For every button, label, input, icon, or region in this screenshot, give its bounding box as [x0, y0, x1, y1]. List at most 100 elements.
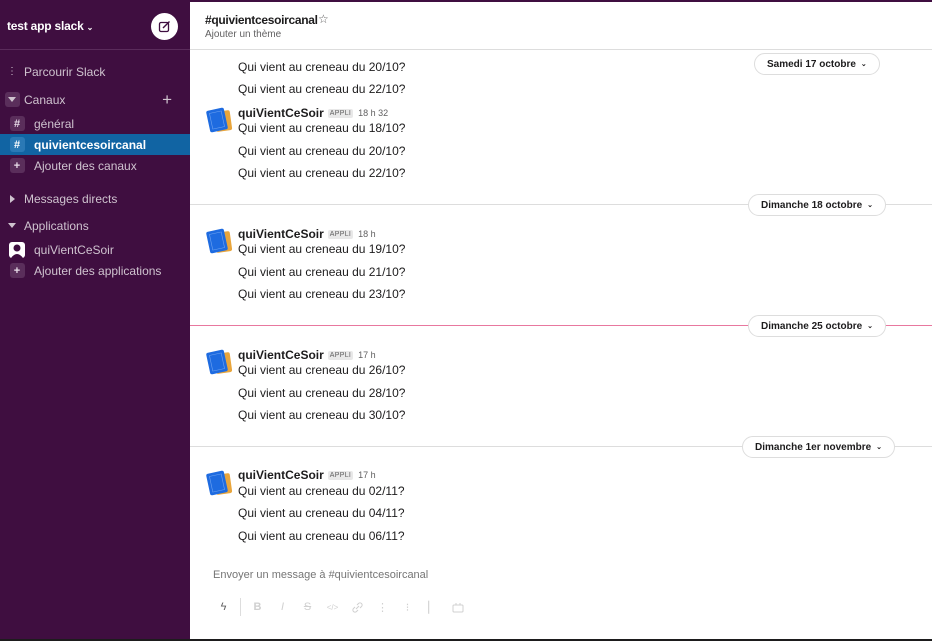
hash-icon: # [9, 116, 25, 131]
sidebar-item-label: général [34, 116, 75, 131]
code-block-icon[interactable] [445, 598, 470, 616]
chevron-down-icon: ⌄ [876, 444, 883, 451]
caret-down-icon [4, 92, 20, 107]
date-divider-button[interactable]: Samedi 17 octobre ⌄ [754, 53, 880, 75]
date-label: Dimanche 25 octobre [761, 320, 863, 332]
ordered-list-icon[interactable]: ⋮ [370, 598, 395, 616]
sidebar-item-quivientcesoircanal[interactable]: # quivientcesoircanal [0, 134, 190, 155]
link-icon[interactable] [345, 598, 370, 616]
formatting-toolbar: ϟ B I S </> ⋮ ⁝ ▏ [211, 598, 470, 616]
sidebar-item-label: quivientcesoircanal [34, 137, 147, 152]
workspace-name: test app slack [7, 19, 84, 33]
direct-messages-section-header[interactable]: Messages directs [0, 188, 190, 209]
bulleted-list-icon[interactable]: ⁝ [395, 598, 420, 616]
code-icon[interactable]: </> [320, 598, 345, 616]
plus-icon: + [9, 158, 25, 173]
message-timestamp[interactable]: 17 h [358, 350, 376, 360]
italic-icon[interactable]: I [270, 598, 295, 616]
sender-name[interactable]: quiVientCeSoir [238, 468, 324, 482]
sidebar-item-add-apps[interactable]: + Ajouter des applications [0, 260, 190, 281]
bot-avatar-icon[interactable] [205, 106, 233, 134]
sidebar-item-label: Parcourir Slack [24, 64, 106, 79]
message-line: Qui vient au creneau du 22/10? [238, 166, 406, 180]
compose-button[interactable] [151, 13, 178, 40]
vertical-dots-icon: ⋮ [7, 66, 17, 77]
icon-wrap: # [0, 137, 34, 152]
sender-name[interactable]: quiVientCeSoir [238, 348, 324, 362]
strikethrough-icon[interactable]: S [295, 598, 320, 616]
sidebar-item-label: quiVientCeSoir [34, 242, 114, 257]
message-header: quiVientCeSoir APPLI 17 h [238, 468, 376, 482]
compose-icon [158, 21, 170, 33]
workspace-header: test app slack ⌄ [0, 0, 190, 50]
message-timestamp[interactable]: 18 h [358, 229, 376, 239]
plus-icon: + [9, 263, 25, 278]
workspace-name-button[interactable]: test app slack ⌄ [7, 19, 93, 33]
message-input[interactable] [213, 569, 813, 581]
message-timestamp[interactable]: 18 h 32 [358, 108, 388, 118]
date-divider-button[interactable]: Dimanche 25 octobre ⌄ [748, 315, 887, 337]
shortcuts-icon[interactable]: ϟ [211, 598, 236, 616]
sidebar: test app slack ⌄ ⋮ Parcourir Slack Canaux… [0, 0, 190, 641]
sidebar-item-general[interactable]: # général [0, 113, 190, 134]
channel-title[interactable]: #quivientcesoircanal [205, 13, 318, 27]
channel-header: #quivientcesoircanal ☆ Ajouter un thème [190, 2, 932, 50]
message-line: Qui vient au creneau du 02/11? [238, 484, 405, 498]
message-composer: ϟ B I S </> ⋮ ⁝ ▏ [202, 556, 922, 622]
sidebar-item-browse[interactable]: ⋮ Parcourir Slack [0, 61, 190, 82]
chevron-down-icon: ⌄ [860, 61, 867, 68]
sidebar-item-add-channels[interactable]: + Ajouter des canaux [0, 155, 190, 176]
section-label: Messages directs [24, 191, 118, 206]
sidebar-item-app-quivientcesoir[interactable]: quiVientCeSoir [0, 239, 190, 260]
chevron-down-icon: ⌄ [867, 323, 874, 330]
message-header: quiVientCeSoir APPLI 18 h [238, 227, 376, 241]
message-line: Qui vient au creneau du 20/10? [238, 60, 406, 74]
sender-name[interactable]: quiVientCeSoir [238, 106, 324, 120]
channels-section-header[interactable]: Canaux + [0, 89, 190, 110]
caret-wrap [0, 92, 24, 107]
date-divider-button[interactable]: Dimanche 18 octobre ⌄ [748, 194, 887, 216]
app-badge: APPLI [327, 229, 354, 239]
message-line: Qui vient au creneau du 04/11? [238, 506, 405, 520]
icon-wrap: + [0, 263, 34, 278]
slack-app: test app slack ⌄ ⋮ Parcourir Slack Canaux… [0, 0, 932, 641]
date-label: Dimanche 1er novembre [755, 441, 872, 453]
app-badge: APPLI [327, 470, 354, 480]
caret-right-icon [0, 194, 24, 203]
message-header: quiVientCeSoir APPLI 17 h [238, 348, 376, 362]
chevron-down-icon: ⌄ [86, 23, 94, 32]
bot-avatar-icon[interactable] [205, 348, 233, 376]
message-line: Qui vient au creneau du 21/10? [238, 265, 406, 279]
icon-wrap: # [0, 116, 34, 131]
icon-wrap: + [0, 158, 34, 173]
bot-avatar-icon[interactable] [205, 469, 233, 497]
message-line: Qui vient au creneau du 26/10? [238, 363, 406, 377]
message-line: Qui vient au creneau du 30/10? [238, 408, 406, 422]
date-label: Samedi 17 octobre [767, 58, 856, 70]
add-topic-link[interactable]: Ajouter un thème [205, 29, 281, 40]
blockquote-icon[interactable]: ▏ [420, 598, 445, 616]
message-header: quiVientCeSoir APPLI 18 h 32 [238, 106, 388, 120]
caret-down-icon [0, 223, 24, 228]
app-badge: APPLI [327, 350, 354, 360]
section-label: Canaux [24, 92, 66, 107]
bot-avatar-icon[interactable] [205, 227, 233, 255]
chevron-down-icon: ⌄ [867, 202, 874, 209]
add-channel-plus-icon[interactable]: + [162, 89, 172, 110]
app-badge: APPLI [327, 108, 354, 118]
message-line: Qui vient au creneau du 23/10? [238, 287, 406, 301]
message-line: Qui vient au creneau du 19/10? [238, 242, 406, 256]
sidebar-item-label: Ajouter des applications [34, 263, 162, 278]
message-line: Qui vient au creneau du 18/10? [238, 121, 406, 135]
apps-section-header[interactable]: Applications [0, 215, 190, 236]
bot-avatar-icon [9, 241, 25, 258]
sender-name[interactable]: quiVientCeSoir [238, 227, 324, 241]
message-line: Qui vient au creneau du 22/10? [238, 82, 406, 96]
date-divider-button[interactable]: Dimanche 1er novembre ⌄ [742, 436, 896, 458]
toolbar-separator [240, 598, 241, 616]
channel-view: #quivientcesoircanal ☆ Ajouter un thème … [190, 2, 932, 639]
bold-icon[interactable]: B [245, 598, 270, 616]
message-line: Qui vient au creneau du 28/10? [238, 386, 406, 400]
star-icon[interactable]: ☆ [318, 12, 329, 26]
message-timestamp[interactable]: 17 h [358, 470, 376, 480]
